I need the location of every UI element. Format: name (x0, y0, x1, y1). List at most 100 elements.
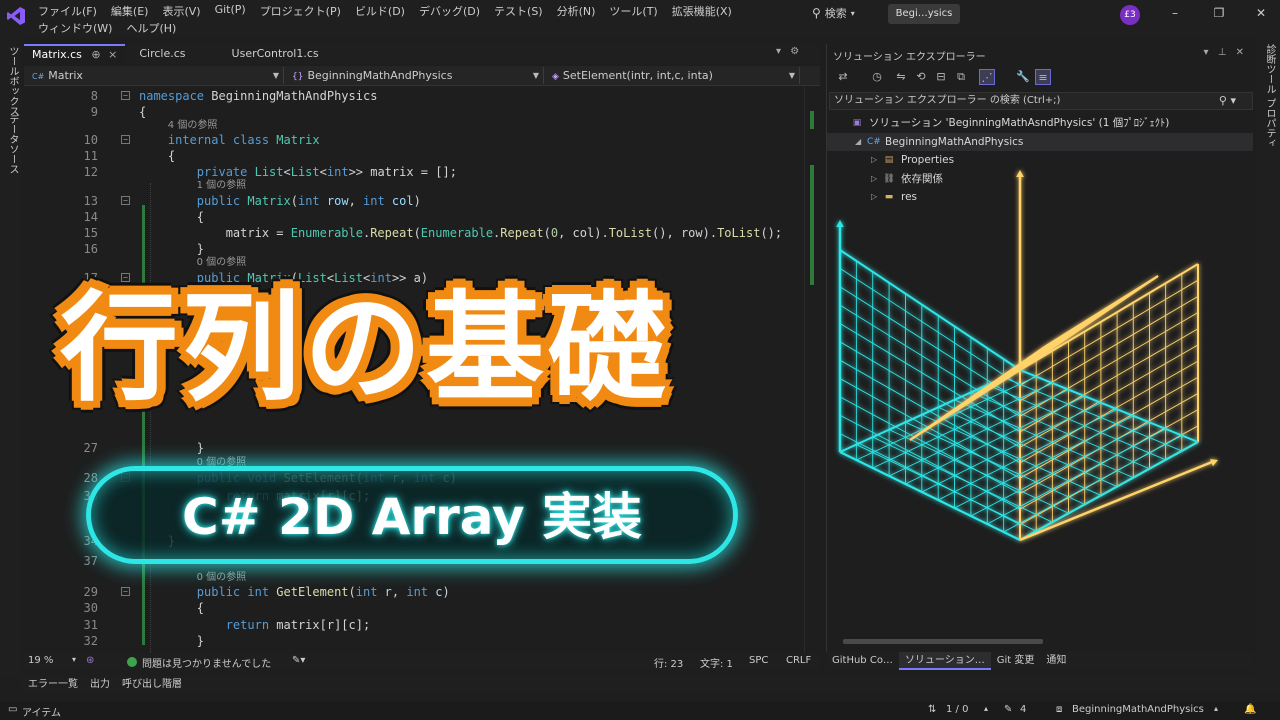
minimize-icon[interactable]: – (1168, 6, 1182, 20)
diagnostic-tools-tab[interactable]: 診断ツール (1262, 44, 1277, 94)
code-text[interactable]: return matrix[r][c]; (139, 617, 371, 633)
solution-name-badge[interactable]: Begi…ysics (888, 4, 960, 24)
switch-view-icon[interactable]: ⇄ (835, 69, 851, 85)
menu-item[interactable]: 分析(N) (557, 2, 602, 19)
maximize-icon[interactable]: ❐ (1212, 6, 1226, 20)
fold-toggle-icon[interactable]: − (121, 91, 130, 100)
sync-icon[interactable]: ⟲ (913, 69, 929, 85)
editor-vertical-scrollbar[interactable] (804, 87, 820, 653)
code-text[interactable]: { (139, 209, 204, 225)
code-text[interactable]: { (139, 148, 175, 164)
git-nav-indicator[interactable]: 1 / 0 (946, 704, 968, 715)
tab-git-changes[interactable]: Git 変更 (991, 652, 1041, 670)
status-bar: ▭ アイテム ⇅ 1 / 0 ▴ ✎ 4 ⧈ BeginningMathAndP… (0, 702, 1280, 720)
tree-item[interactable]: ▣ ソリューション 'BeginningMathAsndPhysics' (1 個… (827, 114, 1253, 132)
whitespace-indicator[interactable]: SPC (749, 655, 768, 666)
menu-item[interactable]: Git(P) (215, 2, 252, 19)
dropdown-icon[interactable]: ▾ (1203, 47, 1208, 58)
menu-item[interactable]: 拡張機能(X) (672, 2, 738, 19)
zoom-level[interactable]: 19 % (28, 655, 53, 666)
scroll-thumb[interactable] (843, 639, 1043, 644)
code-text[interactable]: matrix = Enumerable.Repeat(Enumerable.Re… (139, 225, 782, 241)
brush-icon[interactable]: ✎▾ (292, 655, 305, 666)
back-forward-icon[interactable]: ⇋ (893, 69, 909, 85)
tab-call-hierarchy[interactable]: 呼び出し階層 (116, 676, 188, 694)
tree-item-label: BeginningMathAndPhysics (885, 135, 1024, 148)
chevron-up-icon[interactable]: ▴ (1214, 704, 1218, 713)
file-combo[interactable]: C# Matrix ▼ (28, 67, 284, 84)
menu-item[interactable]: 編集(E) (111, 2, 155, 19)
notification-bell-icon[interactable]: 🔔 (1244, 704, 1256, 715)
dropdown-icon[interactable]: ▾ (776, 46, 781, 57)
tree-item[interactable]: ◢ C# BeginningMathAndPhysics (827, 132, 1253, 151)
project-name[interactable]: BeginningMathAndPhysics (1072, 704, 1204, 715)
line-ending-indicator[interactable]: CRLF (786, 655, 811, 666)
code-text[interactable]: { (139, 600, 204, 616)
references-code-lens[interactable]: 0 個の参照 (197, 255, 247, 271)
tab-notifications[interactable]: 通知 (1040, 652, 1072, 670)
fold-toggle-icon[interactable]: − (121, 196, 130, 205)
menu-item[interactable]: テスト(S) (494, 2, 549, 19)
close-icon[interactable]: ✕ (1236, 47, 1244, 58)
toolbox-tab[interactable]: ツールボックス (5, 46, 20, 116)
menu-item[interactable]: ヘルプ(H) (126, 19, 182, 36)
show-files-icon[interactable]: ⧉ (953, 69, 969, 85)
menu-item[interactable]: プロジェクト(P) (260, 2, 347, 19)
repo-icon[interactable]: ⧈ (1056, 704, 1062, 715)
fold-toggle-icon[interactable]: − (121, 135, 130, 144)
floor-grid (1003, 435, 1183, 533)
up-down-icon[interactable]: ⇅ (928, 704, 936, 715)
data-sources-tab[interactable]: データソース (5, 114, 20, 174)
filter-icon[interactable]: ⋰ (979, 69, 995, 85)
tab-circle-cs[interactable]: Circle.cs (131, 44, 193, 64)
code-text[interactable]: public int GetElement(int r, int c) (139, 584, 450, 600)
issues-status[interactable]: 問題は見つかりませんでした (142, 655, 271, 670)
code-text[interactable]: } (139, 440, 204, 456)
wrench-icon[interactable]: 🔧 (1015, 69, 1031, 85)
preview-icon[interactable]: ≡ (1035, 69, 1051, 85)
account-avatar[interactable]: £3 (1120, 5, 1140, 25)
collapse-icon[interactable]: ⊟ (933, 69, 949, 85)
copilot-icon[interactable]: ⊛ (86, 655, 94, 666)
line-number: 27 (83, 441, 98, 455)
properties-tab[interactable]: プロパティ (1262, 98, 1277, 148)
visual-studio-logo-icon[interactable] (6, 6, 26, 26)
menu-item[interactable]: ファイル(F) (38, 2, 103, 19)
tab-close-icon[interactable]: × (108, 48, 117, 61)
tab-error-list[interactable]: エラー一覧 (22, 676, 84, 694)
pin-icon[interactable]: ⊕ (91, 48, 100, 61)
char-indicator[interactable]: 文字: 1 (700, 655, 733, 670)
chevron-up-icon[interactable]: ▴ (984, 704, 988, 713)
history-icon[interactable]: ◷ (869, 69, 885, 85)
code-text[interactable]: internal class Matrix (139, 132, 320, 148)
menu-item[interactable]: ウィンドウ(W) (38, 19, 118, 36)
pin-icon[interactable]: ⊥ (1218, 47, 1227, 58)
code-token: public (196, 194, 248, 208)
member-combo[interactable]: ◈ SetElement(intr, int,c, inta) ▼ (548, 67, 800, 84)
tab-github-copilot[interactable]: GitHub Co… (826, 652, 899, 670)
solution-search-input[interactable]: ソリューション エクスプローラー の検索 (Ctrl+;) ⚲ ▾ (829, 92, 1253, 110)
code-text[interactable]: namespace BeginningMathAndPhysics (139, 88, 377, 104)
code-text[interactable]: public Matrix(int row, int col) (139, 193, 421, 209)
horizontal-scrollbar[interactable] (843, 636, 1253, 646)
gear-icon[interactable]: ⚙ (790, 46, 799, 57)
pencil-icon[interactable]: ✎ (1004, 704, 1012, 715)
references-code-lens[interactable]: 1 個の参照 (197, 178, 247, 194)
search-box[interactable]: ⚲ 検索 ▾ (812, 5, 855, 21)
namespace-combo[interactable]: {} BeginningMathAndPhysics ▼ (288, 67, 544, 84)
tab-solution-explorer[interactable]: ソリューション… (898, 652, 991, 670)
menu-item[interactable]: ビルド(D) (355, 2, 411, 19)
tab-output[interactable]: 出力 (84, 676, 116, 694)
menu-item[interactable]: デバッグ(D) (419, 2, 486, 19)
menu-item[interactable]: ツール(T) (609, 2, 663, 19)
chevron-down-icon[interactable]: ▾ (72, 655, 76, 664)
collapse-arrow-icon[interactable]: ◢ (855, 133, 861, 151)
code-text[interactable]: } (139, 633, 204, 649)
fold-toggle-icon[interactable]: − (121, 587, 130, 596)
tab-matrix-cs[interactable]: Matrix.cs ⊕ × (24, 44, 126, 64)
close-icon[interactable]: ✕ (1254, 6, 1268, 20)
tab-usercontrol1-cs[interactable]: UserControl1.cs (224, 44, 327, 64)
line-indicator[interactable]: 行: 23 (654, 655, 683, 670)
edits-count[interactable]: 4 (1020, 704, 1026, 715)
menu-item[interactable]: 表示(V) (162, 2, 206, 19)
